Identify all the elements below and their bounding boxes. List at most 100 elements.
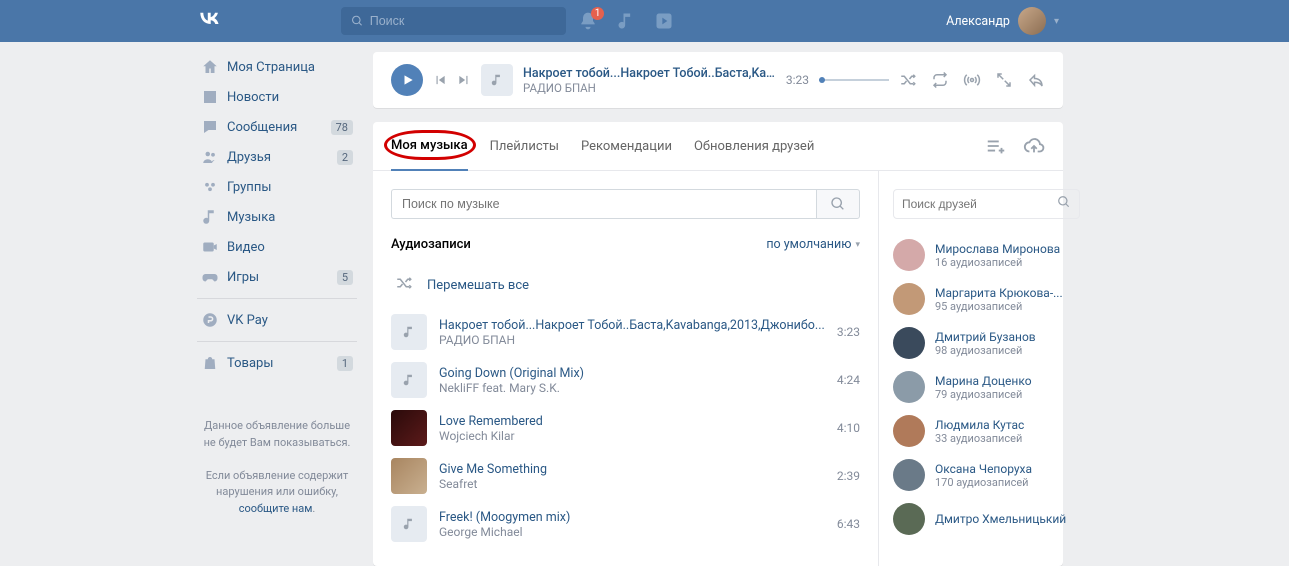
ad-report-link[interactable]: сообщите нам <box>239 502 313 515</box>
games-icon <box>201 268 219 286</box>
track-duration: 6:43 <box>837 517 860 531</box>
repeat-icon[interactable] <box>931 71 949 89</box>
prev-button[interactable] <box>433 73 447 87</box>
user-menu[interactable]: Александр ▾ <box>946 7 1059 35</box>
tabs: Моя музыка Плейлисты Рекомендации Обновл… <box>373 122 1063 171</box>
track-artist: РАДИО БПАН <box>439 333 825 347</box>
friend-row[interactable]: Оксана Чепоруха170 аудиозаписей <box>893 453 1080 497</box>
track-duration: 2:39 <box>837 469 860 483</box>
friend-name: Людмила Кутас <box>935 418 1080 432</box>
groups-icon <box>201 178 219 196</box>
shuffle-icon[interactable] <box>899 71 917 89</box>
track-row[interactable]: Freek! (Moogymen mix)George Michael6:43 <box>391 500 860 548</box>
sidebar-item-news[interactable]: Новости <box>197 82 357 112</box>
main: Накроет тобой...Накроет Тобой..Баста,Kav… <box>373 52 1063 566</box>
count-badge: 2 <box>337 150 353 165</box>
global-search[interactable] <box>341 7 566 35</box>
shuffle-icon <box>395 274 413 296</box>
friend-row[interactable]: Марина Доценко79 аудиозаписей <box>893 365 1080 409</box>
track-title: Give Me Something <box>439 462 825 477</box>
sidebar-item-games[interactable]: Игры5 <box>197 262 357 292</box>
friend-name: Маргарита Крюкова-... <box>935 286 1080 300</box>
volume-slider[interactable] <box>819 79 889 81</box>
friend-count: 16 аудиозаписей <box>935 256 1080 269</box>
friend-name: Дмитро Хмельницький <box>935 512 1080 526</box>
track-artist: Seafret <box>439 477 825 491</box>
tab-friends-updates[interactable]: Обновления друзей <box>694 123 814 170</box>
sidebar-item-home[interactable]: Моя Страница <box>197 52 357 82</box>
track-title: Love Remembered <box>439 414 825 429</box>
expand-icon[interactable] <box>995 71 1013 89</box>
friends-search <box>893 189 1080 219</box>
track-title: Going Down (Original Mix) <box>439 366 825 381</box>
friends-search-input[interactable] <box>902 197 1057 211</box>
track-thumb <box>391 410 427 446</box>
track-duration: 4:10 <box>837 421 860 435</box>
home-icon <box>201 58 219 76</box>
share-icon[interactable] <box>1027 71 1045 89</box>
playlist-add-icon[interactable] <box>985 135 1007 157</box>
track-row[interactable]: Give Me SomethingSeafret 2:39 <box>391 452 860 500</box>
music-search <box>391 189 860 219</box>
friend-row[interactable]: Мирослава Миронова16 аудиозаписей <box>893 233 1080 277</box>
friend-row[interactable]: Людмила Кутас33 аудиозаписей <box>893 409 1080 453</box>
vk-logo[interactable] <box>197 6 221 36</box>
track-row[interactable]: Love RememberedWojciech Kilar4:10 <box>391 404 860 452</box>
chevron-down-icon: ▾ <box>1054 16 1059 27</box>
top-play-icon[interactable] <box>654 11 674 31</box>
avatar <box>1018 7 1046 35</box>
track-duration: 4:24 <box>837 373 860 387</box>
sidebar-item-goods[interactable]: Товары 1 <box>197 348 357 378</box>
bag-icon <box>201 354 219 372</box>
now-playing-thumb <box>481 64 513 96</box>
sidebar-item-groups[interactable]: Группы <box>197 172 357 202</box>
sidebar-item-vkpay[interactable]: VK Pay <box>197 305 357 335</box>
notifications-icon[interactable]: 1 <box>578 11 598 31</box>
track-thumb <box>391 362 427 398</box>
friend-count: 170 аудиозаписей <box>935 476 1080 489</box>
now-playing-info: Накроет тобой...Накроет Тобой..Баста,Kav… <box>523 66 776 95</box>
friend-row[interactable]: Дмитро Хмельницький <box>893 497 1080 541</box>
track-artist: NekliFF feat. Mary S.K. <box>439 381 825 395</box>
next-button[interactable] <box>457 73 471 87</box>
friend-name: Оксана Чепоруха <box>935 462 1080 476</box>
play-button[interactable] <box>391 64 423 96</box>
track-title: Накроет тобой...Накроет Тобой..Баста,Kav… <box>439 318 825 333</box>
shuffle-all[interactable]: Перемешать все <box>391 266 860 308</box>
now-playing-artist: РАДИО БПАН <box>523 81 776 95</box>
top-music-icon[interactable] <box>616 11 636 31</box>
track-duration: 3:23 <box>837 325 860 339</box>
friend-row[interactable]: Маргарита Крюкова-...95 аудиозаписей <box>893 277 1080 321</box>
now-playing-time: 3:23 <box>786 73 809 87</box>
cloud-upload-icon[interactable] <box>1023 135 1045 157</box>
sort-dropdown[interactable]: по умолчанию▾ <box>766 237 860 252</box>
track-thumb <box>391 314 427 350</box>
friends-icon <box>201 148 219 166</box>
tab-recommendations[interactable]: Рекомендации <box>581 123 672 170</box>
track-thumb <box>391 458 427 494</box>
friend-row[interactable]: Дмитрий Бузанов98 аудиозаписей <box>893 321 1080 365</box>
track-row[interactable]: Going Down (Original Mix)NekliFF feat. M… <box>391 356 860 404</box>
friend-avatar <box>893 503 925 535</box>
ad-notice: Данное объявление больше не будет Вам по… <box>197 418 357 517</box>
track-row[interactable]: Накроет тобой...Накроет Тобой..Баста,Kav… <box>391 308 860 356</box>
sidebar-item-friends[interactable]: Друзья2 <box>197 142 357 172</box>
friend-count: 79 аудиозаписей <box>935 388 1080 401</box>
track-title: Freek! (Moogymen mix) <box>439 510 825 525</box>
sidebar-item-messages[interactable]: Сообщения78 <box>197 112 357 142</box>
tab-my-music[interactable]: Моя музыка <box>391 122 468 171</box>
sidebar-item-video[interactable]: Видео <box>197 232 357 262</box>
global-search-input[interactable] <box>370 14 556 28</box>
friend-avatar <box>893 371 925 403</box>
broadcast-icon[interactable] <box>963 71 981 89</box>
sidebar-item-music[interactable]: Музыка <box>197 202 357 232</box>
friend-avatar <box>893 283 925 315</box>
search-icon <box>1057 195 1071 213</box>
content-panel: Моя музыка Плейлисты Рекомендации Обновл… <box>373 122 1063 566</box>
music-search-input[interactable] <box>391 189 816 219</box>
friend-avatar <box>893 415 925 447</box>
notifications-badge: 1 <box>591 7 604 20</box>
tab-playlists[interactable]: Плейлисты <box>490 123 559 170</box>
audio-title: Аудиозаписи <box>391 237 471 252</box>
music-search-button[interactable] <box>816 189 860 219</box>
